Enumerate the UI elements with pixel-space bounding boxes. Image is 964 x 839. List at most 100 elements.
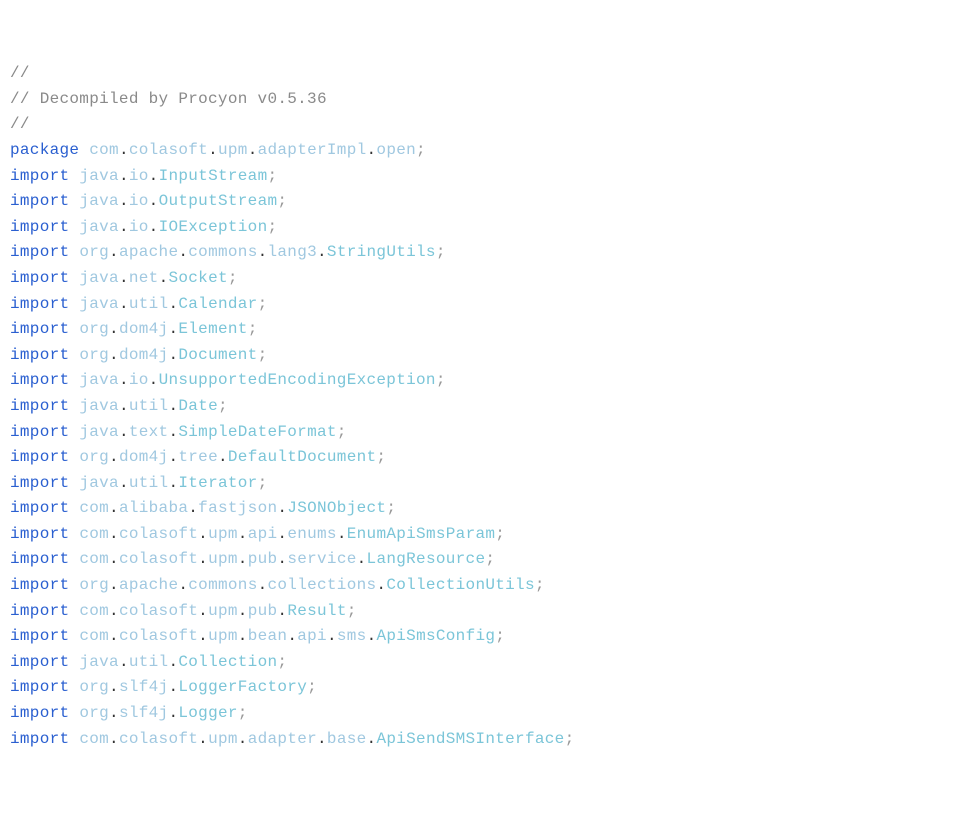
dot: .	[188, 499, 198, 517]
dot: .	[119, 141, 129, 159]
semicolon: ;	[258, 295, 268, 313]
dot: .	[119, 295, 129, 313]
package-segment: upm	[208, 525, 238, 543]
dot: .	[238, 602, 248, 620]
semicolon: ;	[218, 397, 228, 415]
dot: .	[367, 141, 377, 159]
code-line: //	[10, 112, 954, 138]
package-segment: com	[79, 627, 109, 645]
dot: .	[168, 295, 178, 313]
package-segment: colasoft	[119, 730, 198, 748]
dot: .	[248, 141, 258, 159]
semicolon: ;	[248, 320, 258, 338]
type-name: IOException	[159, 218, 268, 236]
keyword-import: import	[10, 346, 69, 364]
dot: .	[168, 653, 178, 671]
semicolon: ;	[565, 730, 575, 748]
package-segment: api	[297, 627, 327, 645]
package-segment: com	[79, 499, 109, 517]
code-line: import org.slf4j.Logger;	[10, 701, 954, 727]
dot: .	[109, 704, 119, 722]
package-segment: org	[79, 448, 109, 466]
package-segment: io	[129, 167, 149, 185]
code-line: import org.dom4j.Document;	[10, 343, 954, 369]
code-line: import java.io.UnsupportedEncodingExcept…	[10, 368, 954, 394]
package-segment: commons	[188, 576, 257, 594]
dot: .	[376, 576, 386, 594]
semicolon: ;	[495, 525, 505, 543]
package-segment: java	[79, 167, 119, 185]
package-segment: apache	[119, 243, 178, 261]
package-segment: text	[129, 423, 169, 441]
package-segment: org	[79, 576, 109, 594]
dot: .	[238, 627, 248, 645]
package-segment: java	[79, 474, 119, 492]
keyword-import: import	[10, 627, 69, 645]
dot: .	[198, 627, 208, 645]
dot: .	[109, 730, 119, 748]
dot: .	[149, 371, 159, 389]
package-segment: base	[327, 730, 367, 748]
code-line: import java.io.IOException;	[10, 215, 954, 241]
dot: .	[168, 320, 178, 338]
keyword-import: import	[10, 550, 69, 568]
semicolon: ;	[258, 346, 268, 364]
type-name: Date	[178, 397, 218, 415]
package-segment: lang3	[268, 243, 318, 261]
type-name: Result	[287, 602, 346, 620]
package-segment: java	[79, 423, 119, 441]
package-segment: java	[79, 192, 119, 210]
keyword-import: import	[10, 602, 69, 620]
dot: .	[238, 525, 248, 543]
semicolon: ;	[495, 627, 505, 645]
code-line: import com.colasoft.upm.adapter.base.Api…	[10, 727, 954, 753]
package-segment: upm	[208, 602, 238, 620]
dot: .	[119, 269, 129, 287]
semicolon: ;	[436, 243, 446, 261]
type-name: EnumApiSmsParam	[347, 525, 496, 543]
dot: .	[168, 448, 178, 466]
keyword-import: import	[10, 474, 69, 492]
semicolon: ;	[535, 576, 545, 594]
type-name: DefaultDocument	[228, 448, 377, 466]
code-line: import java.util.Date;	[10, 394, 954, 420]
keyword-import: import	[10, 448, 69, 466]
dot: .	[327, 627, 337, 645]
dot: .	[119, 218, 129, 236]
dot: .	[149, 192, 159, 210]
dot: .	[277, 550, 287, 568]
comment: // Decompiled by Procyon v0.5.36	[10, 90, 327, 108]
code-block: // // Decompiled by Procyon v0.5.36// pa…	[10, 61, 954, 752]
package-segment: upm	[208, 730, 238, 748]
package-segment: upm	[208, 627, 238, 645]
code-line: import org.dom4j.Element;	[10, 317, 954, 343]
code-line: import org.apache.commons.collections.Co…	[10, 573, 954, 599]
dot: .	[178, 576, 188, 594]
package-segment: commons	[188, 243, 257, 261]
type-name: JSONObject	[287, 499, 386, 517]
dot: .	[198, 550, 208, 568]
dot: .	[198, 602, 208, 620]
package-segment: slf4j	[119, 678, 169, 696]
code-line: import org.dom4j.tree.DefaultDocument;	[10, 445, 954, 471]
package-segment: util	[129, 653, 169, 671]
dot: .	[258, 576, 268, 594]
code-line: //	[10, 61, 954, 87]
dot: .	[168, 474, 178, 492]
package-segment: adapterImpl	[258, 141, 367, 159]
dot: .	[168, 397, 178, 415]
package-segment: com	[79, 730, 109, 748]
dot: .	[119, 371, 129, 389]
package-segment: dom4j	[119, 346, 169, 364]
dot: .	[357, 550, 367, 568]
type-name: Socket	[168, 269, 227, 287]
package-segment: upm	[218, 141, 248, 159]
semicolon: ;	[376, 448, 386, 466]
dot: .	[168, 704, 178, 722]
dot: .	[367, 627, 377, 645]
dot: .	[109, 678, 119, 696]
package-segment: open	[376, 141, 416, 159]
semicolon: ;	[307, 678, 317, 696]
semicolon: ;	[337, 423, 347, 441]
dot: .	[238, 730, 248, 748]
